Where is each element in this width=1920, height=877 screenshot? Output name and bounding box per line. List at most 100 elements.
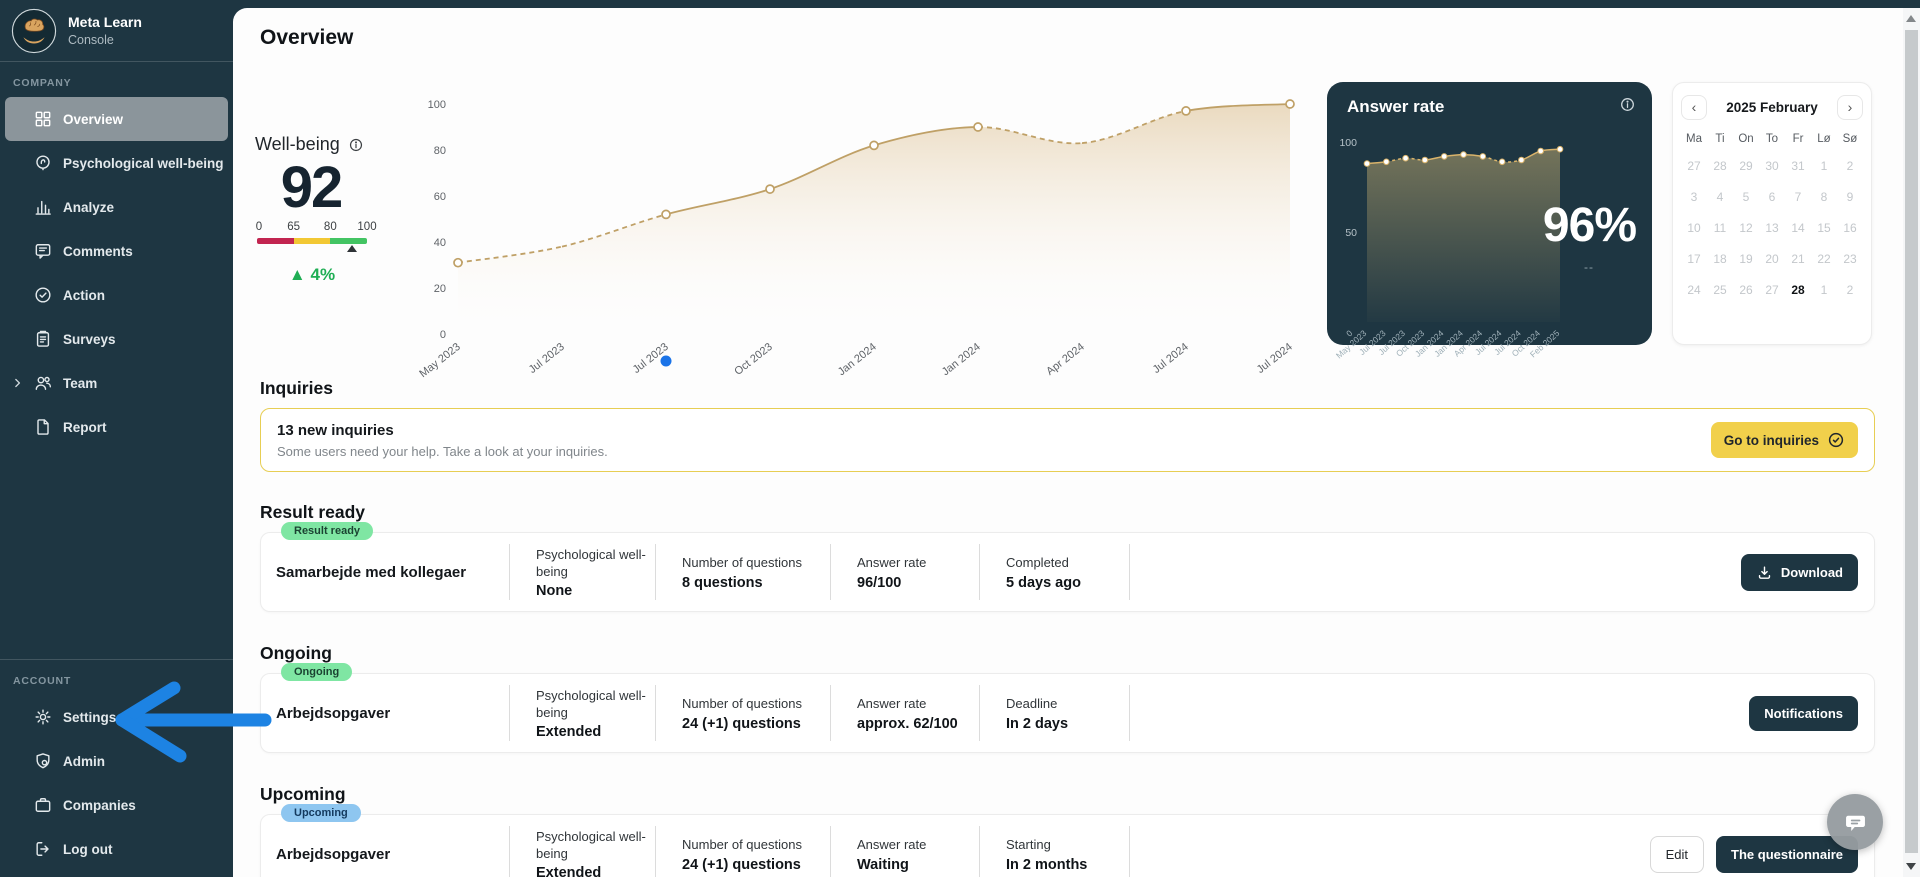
- sidebar-item-log-out[interactable]: Log out: [0, 827, 233, 871]
- edit-button[interactable]: Edit: [1650, 836, 1704, 873]
- calendar-day[interactable]: 28: [1785, 275, 1811, 306]
- calendar-day[interactable]: 26: [1733, 275, 1759, 306]
- survey-column: Number of questions24 (+1) questions: [655, 685, 830, 741]
- y-axis-label: 100: [1339, 137, 1357, 149]
- scrollbar[interactable]: [1903, 8, 1920, 877]
- answer-rate-area: [1367, 149, 1560, 322]
- scrollbar-thumb[interactable]: [1905, 30, 1918, 853]
- sidebar-item-team[interactable]: Team: [0, 361, 233, 405]
- scroll-up-icon[interactable]: [1906, 15, 1916, 22]
- calendar-day[interactable]: 2: [1837, 151, 1863, 182]
- sidebar-item-settings[interactable]: Settings: [0, 695, 233, 739]
- data-point: [1519, 157, 1525, 163]
- calendar-prev-button[interactable]: ‹: [1681, 95, 1707, 120]
- sidebar-item-label: Admin: [63, 754, 105, 769]
- sidebar-item-overview[interactable]: Overview: [5, 97, 228, 141]
- calendar-day[interactable]: 20: [1759, 244, 1785, 275]
- brand-title: Meta Learn: [68, 14, 142, 30]
- notifications-button[interactable]: Notifications: [1749, 696, 1858, 731]
- chat-icon: [1842, 809, 1869, 836]
- head-icon: [33, 153, 53, 173]
- y-axis-label: 60: [434, 191, 446, 203]
- inquiries-card: 13 new inquiries Some users need your he…: [260, 408, 1875, 472]
- grid-icon: [33, 109, 53, 129]
- calendar-day[interactable]: 5: [1733, 182, 1759, 213]
- info-icon[interactable]: [1619, 96, 1636, 113]
- sidebar-item-action[interactable]: Action: [0, 273, 233, 317]
- gauge-tick-label: 0: [256, 221, 262, 233]
- calendar-day[interactable]: 31: [1785, 151, 1811, 182]
- go-to-inquiries-button[interactable]: Go to inquiries: [1711, 422, 1858, 458]
- bar-chart-icon: [33, 197, 53, 217]
- column-value: Extended: [536, 724, 655, 740]
- calendar-day[interactable]: 18: [1707, 244, 1733, 275]
- sidebar-item-label: Psychological well-being: [63, 156, 224, 171]
- download-button[interactable]: Download: [1741, 554, 1858, 591]
- calendar-day[interactable]: 1: [1811, 151, 1837, 182]
- calendar-weekday: Lø: [1811, 127, 1837, 151]
- calendar-day[interactable]: 7: [1785, 182, 1811, 213]
- column-value: approx. 62/100: [857, 716, 979, 732]
- data-point: [1461, 152, 1467, 158]
- calendar-day[interactable]: 21: [1785, 244, 1811, 275]
- calendar-day[interactable]: 27: [1681, 151, 1707, 182]
- calendar-day[interactable]: 1: [1811, 275, 1837, 306]
- calendar-day[interactable]: 10: [1681, 213, 1707, 244]
- calendar-next-button[interactable]: ›: [1837, 95, 1863, 120]
- calendar-day[interactable]: 13: [1759, 213, 1785, 244]
- brand: Meta Learn Console: [0, 0, 233, 62]
- sidebar-item-psychological-well-being[interactable]: Psychological well-being: [0, 141, 233, 185]
- calendar-day[interactable]: 22: [1811, 244, 1837, 275]
- selected-tick-dot[interactable]: [661, 356, 672, 367]
- survey-title: Samarbejde med kollegaer: [276, 564, 509, 581]
- calendar-day[interactable]: 25: [1707, 275, 1733, 306]
- sidebar-item-analyze[interactable]: Analyze: [0, 185, 233, 229]
- calendar-day[interactable]: 28: [1707, 151, 1733, 182]
- sidebar-item-companies[interactable]: Companies: [0, 783, 233, 827]
- sidebar-item-report[interactable]: Report: [0, 405, 233, 449]
- survey-card: Result readySamarbejde med kollegaerPsyc…: [260, 532, 1875, 612]
- sidebar-item-comments[interactable]: Comments: [0, 229, 233, 273]
- wellbeing-delta: ▲ 4%: [257, 265, 367, 285]
- x-axis-label: Jul 2024: [1151, 341, 1191, 376]
- y-axis-label: 20: [434, 283, 446, 295]
- survey-column: StartingIn 2 months: [979, 826, 1129, 877]
- calendar-day[interactable]: 15: [1811, 213, 1837, 244]
- calendar-day[interactable]: 6: [1759, 182, 1785, 213]
- sidebar-item-surveys[interactable]: Surveys: [0, 317, 233, 361]
- calendar-day[interactable]: 23: [1837, 244, 1863, 275]
- chat-fab[interactable]: [1827, 794, 1883, 850]
- divider: [1129, 826, 1130, 877]
- calendar-day[interactable]: 12: [1733, 213, 1759, 244]
- calendar-weekday: Fr: [1785, 127, 1811, 151]
- logout-icon: [33, 839, 53, 859]
- wellbeing-widget: Well-being 92 06580100 ▲ 4%: [253, 134, 435, 285]
- calendar-day[interactable]: 30: [1759, 151, 1785, 182]
- calendar-day[interactable]: 2: [1837, 275, 1863, 306]
- calendar-day[interactable]: 3: [1681, 182, 1707, 213]
- data-point: [662, 210, 670, 218]
- scroll-down-icon[interactable]: [1906, 863, 1916, 870]
- calendar-day[interactable]: 27: [1759, 275, 1785, 306]
- calendar-day[interactable]: 4: [1707, 182, 1733, 213]
- calendar-day[interactable]: 9: [1837, 182, 1863, 213]
- status-badge: Upcoming: [281, 804, 361, 822]
- calendar-day[interactable]: 11: [1707, 213, 1733, 244]
- sidebar-item-admin[interactable]: Admin: [0, 739, 233, 783]
- calendar-day[interactable]: 16: [1837, 213, 1863, 244]
- calendar-day[interactable]: 8: [1811, 182, 1837, 213]
- calendar-day[interactable]: 29: [1733, 151, 1759, 182]
- x-axis-label: Jan 2024: [940, 341, 983, 378]
- survey-card: UpcomingArbejdsopgaverPsychological well…: [260, 814, 1875, 877]
- sidebar-account-section: ACCOUNTSettingsAdminCompaniesLog out: [0, 659, 233, 877]
- calendar-day[interactable]: 24: [1681, 275, 1707, 306]
- sidebar: Meta Learn Console COMPANYOverviewPsycho…: [0, 0, 233, 877]
- info-icon[interactable]: [348, 137, 364, 153]
- survey-title: Arbejdsopgaver: [276, 846, 509, 863]
- sidebar-item-label: Settings: [63, 710, 116, 725]
- calendar-title: 2025 February: [1726, 100, 1818, 115]
- calendar-day[interactable]: 14: [1785, 213, 1811, 244]
- calendar-day[interactable]: 17: [1681, 244, 1707, 275]
- sidebar-item-label: Overview: [63, 112, 123, 127]
- calendar-day[interactable]: 19: [1733, 244, 1759, 275]
